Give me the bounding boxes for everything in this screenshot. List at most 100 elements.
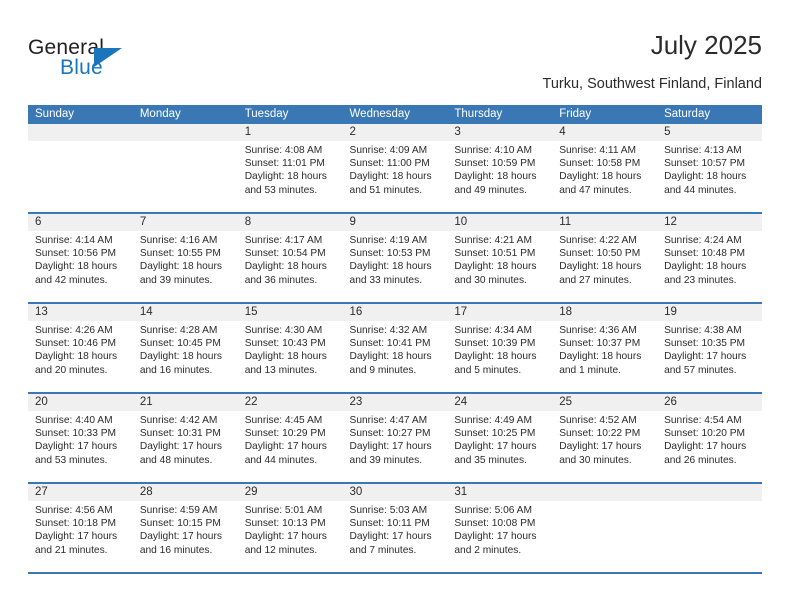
- day-cell[interactable]: 20 Sunrise: 4:40 AM Sunset: 10:33 PM Daylig…: [28, 394, 133, 482]
- sunrise-text: Sunrise: 4:32 AM: [349, 325, 428, 336]
- day-details: Sunrise: 4:24 AM Sunset: 10:48 PM Daylight…: [657, 231, 762, 287]
- sunset-text: Sunset: 10:54 PM: [244, 248, 326, 260]
- day-number: 4: [552, 124, 658, 141]
- day-cell[interactable]: 31 Sunrise: 5:06 AM Sunset: 10:08 PM Daylig…: [447, 484, 553, 572]
- day-cell[interactable]: 3 Sunrise: 4:10 AM Sunset: 10:59 PM Dayligh…: [447, 124, 553, 212]
- day-cell[interactable]: 27 Sunrise: 4:56 AM Sunset: 10:18 PM Daylig…: [28, 484, 133, 572]
- day-details: Sunrise: 4:59 AM Sunset: 10:15 PM Daylight…: [133, 501, 238, 557]
- daylight-text-line2: and 2 minutes.: [454, 544, 522, 556]
- daylight-text-line2: and 49 minutes.: [454, 184, 527, 196]
- day-cell[interactable]: 9 Sunrise: 4:19 AM Sunset: 10:53 PM Dayligh…: [342, 214, 448, 302]
- day-cell[interactable]: 28 Sunrise: 4:59 AM Sunset: 10:15 PM Daylig…: [132, 484, 238, 572]
- daylight-text-line1: Daylight: 18 hours: [349, 351, 432, 363]
- daylight-text-line1: Daylight: 18 hours: [139, 261, 222, 273]
- day-details: Sunrise: 4:17 AM Sunset: 10:54 PM Daylight…: [238, 231, 343, 287]
- day-details: Sunrise: 4:52 AM Sunset: 10:22 PM Daylight…: [552, 411, 657, 467]
- daylight-text-line1: Daylight: 18 hours: [664, 261, 747, 273]
- day-number: 11: [552, 214, 658, 231]
- day-cell[interactable]: 26 Sunrise: 4:54 AM Sunset: 10:20 PM Daylig…: [657, 394, 762, 482]
- day-details: Sunrise: 4:08 AM Sunset: 11:01 PM Daylight…: [238, 141, 343, 197]
- day-number: 25: [552, 394, 658, 411]
- day-cell[interactable]: 24 Sunrise: 4:49 AM Sunset: 10:25 PM Daylig…: [447, 394, 553, 482]
- day-cell[interactable]: 15 Sunrise: 4:30 AM Sunset: 10:43 PM Daylig…: [237, 304, 343, 392]
- day-number: 1: [237, 124, 343, 141]
- day-cell[interactable]: 18 Sunrise: 4:36 AM Sunset: 10:37 PM Daylig…: [552, 304, 658, 392]
- sunrise-text: Sunrise: 4:49 AM: [454, 415, 532, 426]
- day-cell[interactable]: 23 Sunrise: 4:47 AM Sunset: 10:27 PM Daylig…: [342, 394, 448, 482]
- day-number: 16: [342, 304, 448, 321]
- day-number: 20: [28, 394, 133, 411]
- day-cell[interactable]: 12 Sunrise: 4:24 AM Sunset: 10:48 PM Daylig…: [657, 214, 762, 302]
- daylight-text-line1: Daylight: 17 hours: [664, 441, 747, 453]
- day-cell[interactable]: 5 Sunrise: 4:13 AM Sunset: 10:57 PM Dayligh…: [657, 124, 762, 212]
- day-cell[interactable]: 19 Sunrise: 4:38 AM Sunset: 10:35 PM Daylig…: [657, 304, 762, 392]
- day-cell[interactable]: 17 Sunrise: 4:34 AM Sunset: 10:39 PM Daylig…: [447, 304, 553, 392]
- weekday-header-sunday: Sunday: [35, 108, 75, 120]
- day-cell[interactable]: 4 Sunrise: 4:11 AM Sunset: 10:58 PM Dayligh…: [552, 124, 658, 212]
- day-details: Sunrise: 4:21 AM Sunset: 10:51 PM Daylight…: [447, 231, 552, 287]
- logo-text-blue: Blue: [60, 56, 103, 79]
- sunset-text: Sunset: 10:43 PM: [244, 338, 326, 350]
- daylight-text-line1: Daylight: 18 hours: [454, 351, 537, 363]
- daylight-text-line2: and 57 minutes.: [664, 364, 737, 376]
- day-cell-empty: [657, 484, 762, 572]
- sunrise-text: Sunrise: 4:11 AM: [559, 145, 637, 156]
- day-number: 6: [28, 214, 133, 231]
- day-details: Sunrise: 4:32 AM Sunset: 10:41 PM Daylight…: [343, 321, 448, 377]
- day-cell[interactable]: 1 Sunrise: 4:08 AM Sunset: 11:01 PM Dayligh…: [237, 124, 343, 212]
- daylight-text-line2: and 9 minutes.: [349, 364, 417, 376]
- sunset-text: Sunset: 10:33 PM: [35, 428, 116, 440]
- day-details: Sunrise: 4:45 AM Sunset: 10:29 PM Daylight…: [238, 411, 343, 467]
- sunrise-text: Sunrise: 4:19 AM: [349, 235, 428, 246]
- day-details: Sunrise: 4:36 AM Sunset: 10:37 PM Daylight…: [552, 321, 657, 377]
- daylight-text-line2: and 20 minutes.: [35, 364, 108, 376]
- day-cell[interactable]: 16 Sunrise: 4:32 AM Sunset: 10:41 PM Daylig…: [342, 304, 448, 392]
- month-calendar: Sunday Monday Tuesday Wednesday Thursday Frid…: [28, 105, 762, 574]
- daylight-text-line1: Daylight: 18 hours: [559, 171, 642, 183]
- sunrise-text: Sunrise: 4:14 AM: [35, 235, 113, 246]
- sunset-text: Sunset: 11:00 PM: [349, 158, 430, 170]
- daylight-text-line2: and 39 minutes.: [139, 274, 213, 286]
- daylight-text-line1: Daylight: 17 hours: [349, 531, 432, 543]
- day-cell[interactable]: 2 Sunrise: 4:09 AM Sunset: 11:00 PM Dayligh…: [342, 124, 448, 212]
- general-blue-logo: General Blue: [28, 36, 208, 92]
- day-details: Sunrise: 4:26 AM Sunset: 10:46 PM Daylight…: [28, 321, 133, 377]
- day-cell[interactable]: 7 Sunrise: 4:16 AM Sunset: 10:55 PM Dayligh…: [132, 214, 238, 302]
- day-number: 15: [237, 304, 343, 321]
- sunrise-text: Sunrise: 5:06 AM: [454, 505, 532, 516]
- daylight-text-line2: and 35 minutes.: [454, 454, 527, 466]
- sunrise-text: Sunrise: 4:36 AM: [559, 325, 637, 336]
- sunrise-text: Sunrise: 4:34 AM: [454, 325, 532, 336]
- day-cell[interactable]: 14 Sunrise: 4:28 AM Sunset: 10:45 PM Daylig…: [132, 304, 238, 392]
- weekday-header-row: Sunday Monday Tuesday Wednesday Thursday Frid…: [28, 105, 762, 124]
- day-details: Sunrise: 4:56 AM Sunset: 10:18 PM Daylight…: [28, 501, 133, 557]
- sunset-text: Sunset: 10:39 PM: [454, 338, 536, 350]
- day-cell[interactable]: 11 Sunrise: 4:22 AM Sunset: 10:50 PM Daylig…: [552, 214, 658, 302]
- day-cell[interactable]: 10 Sunrise: 4:21 AM Sunset: 10:51 PM Daylig…: [447, 214, 553, 302]
- day-number: 23: [342, 394, 448, 411]
- sunset-text: Sunset: 10:51 PM: [454, 248, 536, 260]
- day-cell[interactable]: 21 Sunrise: 4:42 AM Sunset: 10:31 PM Daylig…: [132, 394, 238, 482]
- daylight-text-line2: and 26 minutes.: [664, 454, 737, 466]
- day-cell[interactable]: 25 Sunrise: 4:52 AM Sunset: 10:22 PM Daylig…: [552, 394, 658, 482]
- sunrise-text: Sunrise: 4:59 AM: [139, 505, 218, 516]
- sunrise-text: Sunrise: 4:54 AM: [664, 415, 742, 426]
- sunset-text: Sunset: 10:31 PM: [139, 428, 221, 440]
- day-cell[interactable]: 30 Sunrise: 5:03 AM Sunset: 10:11 PM Daylig…: [342, 484, 448, 572]
- daylight-text-line2: and 13 minutes.: [244, 364, 318, 376]
- daylight-text-line1: Daylight: 18 hours: [559, 351, 642, 363]
- day-cell[interactable]: 13 Sunrise: 4:26 AM Sunset: 10:46 PM Daylig…: [28, 304, 133, 392]
- sunset-text: Sunset: 10:25 PM: [454, 428, 536, 440]
- day-cell[interactable]: 8 Sunrise: 4:17 AM Sunset: 10:54 PM Dayligh…: [237, 214, 343, 302]
- day-cell[interactable]: 6 Sunrise: 4:14 AM Sunset: 10:56 PM Dayligh…: [28, 214, 133, 302]
- day-details: Sunrise: 5:06 AM Sunset: 10:08 PM Daylight…: [447, 501, 552, 557]
- daylight-text-line2: and 44 minutes.: [244, 454, 318, 466]
- day-cell[interactable]: 29 Sunrise: 5:01 AM Sunset: 10:13 PM Daylig…: [237, 484, 343, 572]
- day-number: 19: [657, 304, 762, 321]
- daylight-text-line2: and 5 minutes.: [454, 364, 522, 376]
- day-cell[interactable]: 22 Sunrise: 4:45 AM Sunset: 10:29 PM Daylig…: [237, 394, 343, 482]
- daylight-text-line2: and 16 minutes.: [139, 364, 213, 376]
- day-cell-empty: [132, 124, 238, 212]
- daylight-text-line1: Daylight: 18 hours: [559, 261, 642, 273]
- day-number: 29: [237, 484, 343, 501]
